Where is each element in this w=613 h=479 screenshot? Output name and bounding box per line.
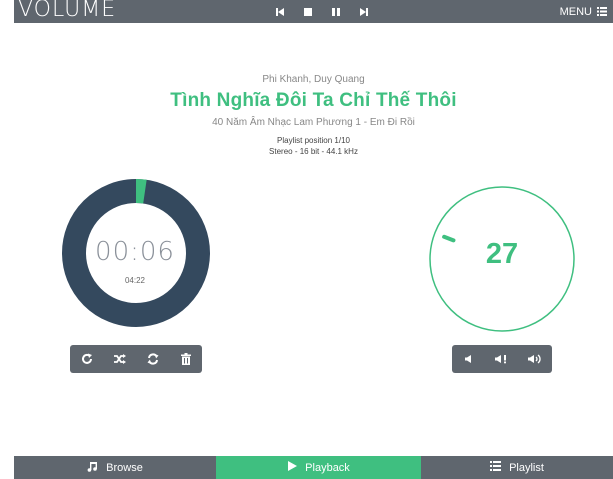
volume-up-icon[interactable] [525, 349, 545, 369]
list-icon [490, 461, 502, 474]
progress-arc [135, 179, 147, 204]
volume-level: 27 [485, 238, 519, 270]
logo: VOLUME [18, 0, 117, 22]
track-title: Tình Nghĩa Đôi Ta Chỉ Thế Thôi [170, 90, 457, 111]
tab-playback-label: Playback [305, 461, 350, 474]
playback-options-bar [70, 345, 202, 373]
tab-playlist-label: Playlist [509, 461, 544, 474]
previous-icon[interactable] [272, 0, 288, 23]
volume-down-icon[interactable] [459, 349, 479, 369]
shuffle-icon[interactable] [110, 349, 130, 369]
bottom-nav: Browse Playback Playlist [14, 456, 613, 479]
transport-controls [272, 0, 372, 23]
repeat-icon[interactable] [77, 349, 97, 369]
tab-playback[interactable]: Playback [216, 456, 421, 479]
menu-button[interactable]: MENU [560, 0, 607, 23]
volume-marker [442, 234, 456, 243]
volume-options-bar [452, 345, 552, 373]
play-icon [287, 461, 298, 474]
hamburger-icon [597, 7, 607, 16]
track-album: 40 Năm Âm Nhạc Lam Phương 1 - Em Đi Rồi [212, 117, 415, 128]
next-icon[interactable] [356, 0, 372, 23]
stop-icon[interactable] [300, 0, 316, 23]
tab-browse[interactable]: Browse [14, 456, 216, 479]
mute-icon[interactable] [492, 349, 512, 369]
tab-playlist[interactable]: Playlist [421, 456, 613, 479]
music-note-icon [87, 461, 98, 475]
trash-icon[interactable] [176, 349, 196, 369]
track-artist: Phi Khanh, Duy Quang [262, 74, 365, 85]
playlist-position: Playlist position 1/10 [277, 136, 350, 145]
audio-format: Stereo - 16 bit - 44.1 kHz [269, 147, 358, 156]
tab-browse-label: Browse [106, 461, 143, 474]
track-duration: 04:22 [124, 276, 146, 285]
refresh-icon[interactable] [143, 349, 163, 369]
pause-icon[interactable] [328, 0, 344, 23]
menu-label: MENU [559, 5, 592, 18]
top-bar: VOLUME MENU [14, 0, 613, 23]
elapsed-time: 00:06 [95, 237, 175, 267]
